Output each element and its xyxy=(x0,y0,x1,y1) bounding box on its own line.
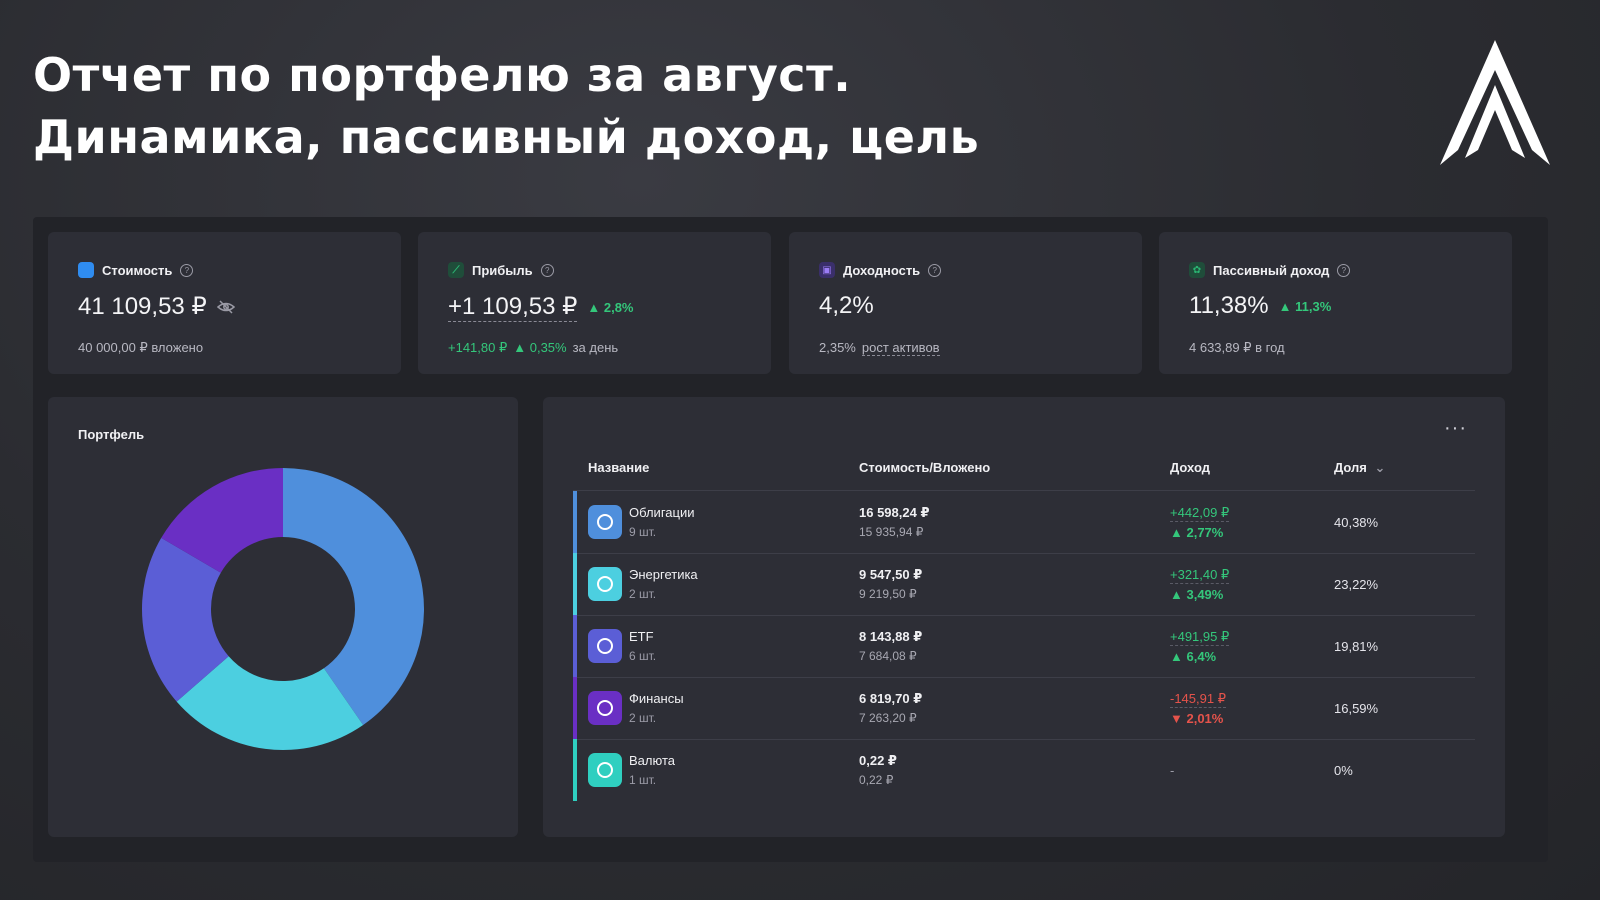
asset-icon xyxy=(588,691,622,725)
kpi-sub-value: +141,80 ₽ xyxy=(448,340,508,355)
asset-share: 23,22% xyxy=(1334,577,1379,592)
calendar-icon: ▣ xyxy=(819,262,835,278)
kpi-sub: 4 633,89 ₽ в год xyxy=(1189,340,1285,355)
asset-invested: 15 935,94 ₽ xyxy=(859,525,924,539)
asset-value: 6 819,70 ₽ xyxy=(859,691,923,706)
income-value[interactable]: +491,95 ₽ xyxy=(1170,629,1230,646)
asset-share: 40,38% xyxy=(1334,515,1379,530)
help-icon[interactable]: ? xyxy=(180,263,194,277)
kpi-label: Прибыль xyxy=(472,262,533,278)
asset-icon xyxy=(588,753,622,787)
col-header-name[interactable]: Название xyxy=(588,460,649,475)
asset-icon xyxy=(588,629,622,663)
asset-icon xyxy=(588,567,622,601)
col-header-share[interactable]: Доля ⌄ xyxy=(1334,460,1385,476)
donut-chart xyxy=(142,468,424,750)
row-color-bar xyxy=(573,677,577,739)
table-row[interactable]: Облигации 9 шт. 16 598,24 ₽ 15 935,94 ₽ … xyxy=(573,491,1475,553)
col-header-income[interactable]: Доход xyxy=(1170,460,1210,475)
income-value[interactable]: +442,09 ₽ xyxy=(1170,505,1230,522)
kpi-label: Пассивный доход xyxy=(1213,262,1330,278)
table-row[interactable]: ETF 6 шт. 8 143,88 ₽ 7 684,08 ₽ +491,95 … xyxy=(573,615,1475,677)
logo-icon xyxy=(1440,40,1550,165)
income-percent: ▼ 2,01% xyxy=(1170,711,1224,726)
asset-name: ETF xyxy=(629,629,654,644)
row-color-bar xyxy=(573,739,577,801)
kpi-sub-text[interactable]: рост активов xyxy=(861,340,940,356)
holdings-table-card: ··· Название Стоимость/Вложено Доход Дол… xyxy=(543,397,1505,837)
table-row[interactable]: Финансы 2 шт. 6 819,70 ₽ 7 263,20 ₽ -145… xyxy=(573,677,1475,739)
asset-quantity: 9 шт. xyxy=(629,525,657,539)
gift-icon: ✿ xyxy=(1189,262,1205,278)
asset-invested: 7 684,08 ₽ xyxy=(859,649,917,663)
kpi-card-yield: ▣ Доходность ? 4,2% 2,35% рост активов xyxy=(789,232,1142,374)
more-menu-icon[interactable]: ··· xyxy=(1444,417,1467,440)
kpi-card-value: Стоимость ? 41 109,53 ₽ 40 000,00 ₽ влож… xyxy=(48,232,401,374)
asset-name: Облигации xyxy=(629,505,695,520)
square-icon xyxy=(78,262,94,278)
kpi-sub-value: 2,35% xyxy=(819,340,856,355)
headline-line2: Динамика, пассивный доход, цель xyxy=(33,110,980,164)
help-icon[interactable]: ? xyxy=(540,263,554,277)
asset-quantity: 1 шт. xyxy=(629,773,657,787)
row-color-bar xyxy=(573,553,577,615)
asset-value: 16 598,24 ₽ xyxy=(859,505,930,520)
headline-line1: Отчет по портфелю за август. xyxy=(33,48,852,102)
kpi-card-profit: ⟋ Прибыль ? +1 109,53 ₽ ▲ 2,8% +141,80 ₽… xyxy=(418,232,771,374)
kpi-change: ▲ 11,3% xyxy=(1278,298,1332,314)
dashboard-panel: Стоимость ? 41 109,53 ₽ 40 000,00 ₽ влож… xyxy=(33,217,1548,862)
kpi-value: 4,2% xyxy=(819,292,874,319)
kpi-value[interactable]: +1 109,53 ₽ xyxy=(448,292,578,322)
kpi-value: 11,38% xyxy=(1189,292,1269,319)
asset-invested: 7 263,20 ₽ xyxy=(859,711,917,725)
asset-share: 16,59% xyxy=(1334,701,1379,716)
portfolio-chart-card: Портфель xyxy=(48,397,518,837)
kpi-card-passive-income: ✿ Пассивный доход ? 11,38% ▲ 11,3% 4 633… xyxy=(1159,232,1512,374)
row-color-bar xyxy=(573,615,577,677)
asset-icon xyxy=(588,505,622,539)
eye-off-icon[interactable] xyxy=(216,299,235,314)
income-value[interactable]: -145,91 ₽ xyxy=(1170,691,1226,708)
asset-quantity: 2 шт. xyxy=(629,587,657,601)
asset-name: Валюта xyxy=(629,753,675,768)
asset-value: 9 547,50 ₽ xyxy=(859,567,923,582)
row-color-bar xyxy=(573,491,577,553)
chart-up-icon: ⟋ xyxy=(448,262,464,278)
income-percent: ▲ 3,49% xyxy=(1170,587,1224,602)
income-value: - xyxy=(1170,763,1175,778)
col-header-value[interactable]: Стоимость/Вложено xyxy=(859,460,990,475)
kpi-label: Доходность xyxy=(843,262,921,278)
asset-quantity: 6 шт. xyxy=(629,649,657,663)
sort-icon[interactable]: ⌄ xyxy=(1375,460,1386,475)
asset-name: Энергетика xyxy=(629,567,698,582)
kpi-change: ▲ 2,8% xyxy=(587,299,634,315)
headline: Отчет по портфелю за август. Динамика, п… xyxy=(33,44,979,168)
kpi-sub: 40 000,00 ₽ вложено xyxy=(78,340,204,355)
asset-value: 8 143,88 ₽ xyxy=(859,629,923,644)
kpi-value: 41 109,53 ₽ xyxy=(78,293,207,320)
table-row[interactable]: Валюта 1 шт. 0,22 ₽ 0,22 ₽ - 0% xyxy=(573,739,1475,801)
asset-value: 0,22 ₽ xyxy=(859,753,897,768)
asset-invested: 0,22 ₽ xyxy=(859,773,894,787)
asset-name: Финансы xyxy=(629,691,684,706)
kpi-label: Стоимость xyxy=(102,262,173,278)
kpi-sub-change: ▲ 0,35% xyxy=(513,340,567,355)
asset-invested: 9 219,50 ₽ xyxy=(859,587,917,601)
income-percent: ▲ 2,77% xyxy=(1170,525,1224,540)
asset-quantity: 2 шт. xyxy=(629,711,657,725)
income-value[interactable]: +321,40 ₽ xyxy=(1170,567,1230,584)
col-header-share-label: Доля xyxy=(1334,460,1367,475)
asset-share: 19,81% xyxy=(1334,639,1379,654)
help-icon[interactable]: ? xyxy=(1337,263,1351,277)
kpi-sub-text: за день xyxy=(572,340,619,355)
table-row[interactable]: Энергетика 2 шт. 9 547,50 ₽ 9 219,50 ₽ +… xyxy=(573,553,1475,615)
help-icon[interactable]: ? xyxy=(928,263,942,277)
income-percent: ▲ 6,4% xyxy=(1170,649,1217,664)
asset-share: 0% xyxy=(1334,763,1353,778)
